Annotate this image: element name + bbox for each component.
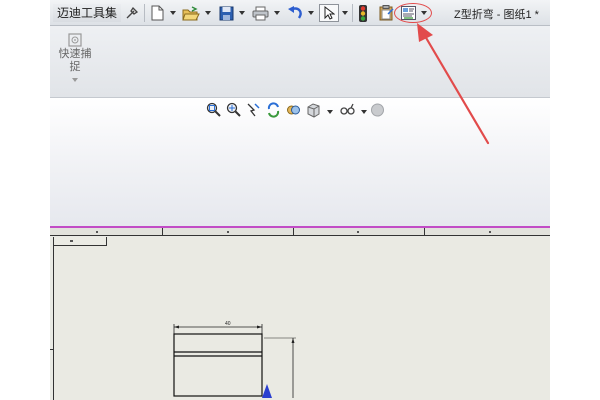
zoom-area-icon[interactable]: [226, 102, 242, 120]
toolbar-separator: [352, 4, 353, 22]
toolbar-separator: [144, 4, 145, 22]
display-style-icon[interactable]: [306, 102, 322, 120]
view-settings-dropdown-caret[interactable]: [361, 110, 367, 114]
quick-snap-icon: [68, 33, 82, 47]
undo-icon[interactable]: [286, 4, 304, 22]
origin-marker-icon: [262, 384, 272, 398]
sheet-left-tick: [50, 349, 54, 350]
part-drawing-view[interactable]: 40: [170, 288, 300, 398]
brand-menu[interactable]: 迈迪工具集: [53, 4, 122, 22]
pan-icon[interactable]: [286, 102, 302, 120]
rebuild-icon[interactable]: [266, 102, 282, 120]
dimension-label: 40: [225, 321, 231, 327]
document-title: Z型折弯 - 图纸1 *: [454, 9, 539, 21]
graphics-area[interactable]: 40: [50, 98, 550, 400]
zone-tick: [489, 231, 491, 233]
pin-icon[interactable]: [124, 4, 140, 22]
zone-tick: [96, 231, 98, 233]
zoom-to-fit-icon[interactable]: [206, 102, 222, 120]
zone-divider: [424, 228, 425, 236]
appearance-icon[interactable]: [370, 102, 386, 120]
zone-tick: [357, 231, 359, 233]
zone-divider: [162, 228, 163, 236]
zone-tick: [227, 231, 229, 233]
new-document-icon[interactable]: [149, 4, 165, 22]
save-dropdown-caret[interactable]: [239, 11, 245, 15]
select-cursor-icon[interactable]: [319, 4, 339, 22]
ribbon-panel: 快速捕捉: [50, 26, 550, 98]
print-icon[interactable]: [250, 4, 270, 22]
quick-access-toolbar: 迈迪工具集 Z型折弯 - 图纸1 *: [50, 0, 550, 26]
sheet-corner-label-box: [54, 237, 107, 246]
undo-dropdown-caret[interactable]: [308, 11, 314, 15]
previous-view-icon[interactable]: [246, 102, 262, 120]
display-style-dropdown-caret[interactable]: [327, 110, 333, 114]
quick-snap-dropdown-caret[interactable]: [72, 78, 78, 82]
quick-snap-label: 快速捕捉: [58, 48, 92, 73]
clipboard-icon[interactable]: [377, 4, 395, 22]
sheet-border-zone-strip: [50, 228, 550, 236]
select-dropdown-caret[interactable]: [342, 11, 348, 15]
view-settings-icon[interactable]: [339, 102, 357, 120]
annotation-highlight-circle: [394, 3, 432, 23]
open-dropdown-caret[interactable]: [205, 11, 211, 15]
save-icon[interactable]: [217, 4, 235, 22]
new-dropdown-caret[interactable]: [170, 11, 176, 15]
traffic-light-icon[interactable]: [356, 4, 370, 22]
drawing-sheet[interactable]: [50, 237, 550, 400]
open-folder-icon[interactable]: [181, 4, 201, 22]
quick-snap-button[interactable]: 快速捕捉: [54, 32, 96, 82]
app-window: 迈迪工具集 Z型折弯 - 图纸1 * 快速捕捉 40: [50, 0, 550, 400]
print-dropdown-caret[interactable]: [274, 11, 280, 15]
zone-divider: [293, 228, 294, 236]
